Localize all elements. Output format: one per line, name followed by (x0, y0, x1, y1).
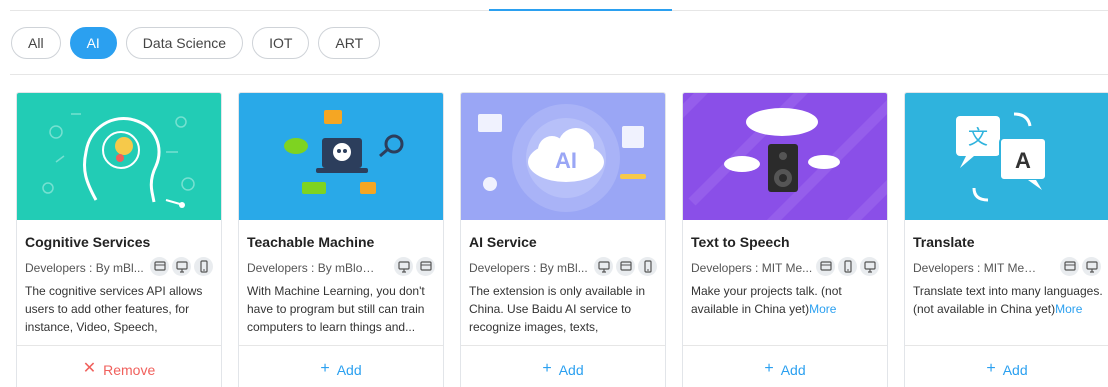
svg-text:AI: AI (555, 148, 577, 173)
filter-ai[interactable]: AI (69, 27, 117, 59)
pc-icon (594, 257, 613, 276)
stage-icon (616, 257, 635, 276)
card-developer: Developers : By mBl... (469, 261, 588, 275)
card-description: The cognitive services API allows users … (25, 284, 203, 334)
close-icon: ✕ (82, 360, 97, 377)
remove-button[interactable]: ✕ Remove (17, 345, 221, 387)
svg-text:文: 文 (968, 125, 988, 149)
plus-icon: + (542, 360, 552, 377)
cognitive-services-banner (17, 93, 221, 220)
pc-icon (1082, 257, 1101, 276)
plus-icon: + (986, 360, 996, 377)
filter-divider (10, 74, 1108, 75)
stage-icon (1060, 257, 1079, 276)
extension-card-ai-service[interactable]: AI AI Service Developers : By mBl... The… (460, 92, 666, 387)
card-description: The extension is only available in China… (469, 284, 646, 334)
ai-service-banner: AI (461, 93, 665, 220)
filter-all[interactable]: All (11, 27, 61, 59)
plus-icon: + (320, 360, 330, 377)
card-title: Teachable Machine (247, 234, 375, 250)
card-title: Cognitive Services (25, 234, 151, 250)
mobile-icon (194, 257, 213, 276)
supported-devices (394, 257, 435, 276)
card-title: Translate (913, 234, 975, 250)
filter-iot[interactable]: IOT (252, 27, 310, 59)
category-filter-bar: All AI Data Science IOT ART (11, 27, 381, 59)
pc-icon (172, 257, 191, 276)
supported-devices (816, 257, 879, 276)
extension-card-translate[interactable]: 文 A Translate Developers : MIT Media ...… (904, 92, 1108, 387)
mobile-icon (838, 257, 857, 276)
text-to-speech-banner (683, 93, 887, 220)
add-label: Add (1002, 362, 1028, 378)
add-label: Add (780, 362, 806, 378)
add-button[interactable]: + Add (683, 345, 887, 387)
extension-card-list: Cognitive Services Developers : By mBl..… (16, 92, 1108, 387)
stage-icon (150, 257, 169, 276)
card-description: With Machine Learning, you don't have to… (247, 284, 425, 334)
svg-text:A: A (1015, 148, 1031, 173)
card-developer: Developers : MIT Me... (691, 261, 813, 275)
remove-label: Remove (103, 362, 156, 378)
add-label: Add (558, 362, 584, 378)
supported-devices (594, 257, 657, 276)
stage-icon (416, 257, 435, 276)
pc-icon (860, 257, 879, 276)
extension-card-cognitive-services[interactable]: Cognitive Services Developers : By mBl..… (16, 92, 222, 387)
add-button[interactable]: + Add (905, 345, 1108, 387)
card-description: Make your projects talk. (not available … (691, 284, 842, 316)
card-title: AI Service (469, 234, 537, 250)
card-developer: Developers : By mBlock ... (247, 261, 375, 275)
add-button[interactable]: + Add (239, 345, 443, 387)
more-link[interactable]: More (1055, 302, 1082, 316)
extension-card-text-to-speech[interactable]: Text to Speech Developers : MIT Me... Ma… (682, 92, 888, 387)
active-tab-indicator (489, 9, 672, 11)
card-description: Translate text into many languages. (not… (913, 284, 1103, 316)
stage-icon (816, 257, 835, 276)
plus-icon: + (764, 360, 774, 377)
filter-data-science[interactable]: Data Science (125, 27, 244, 59)
teachable-machine-banner (239, 93, 443, 220)
filter-art[interactable]: ART (318, 27, 381, 59)
card-title: Text to Speech (691, 234, 790, 250)
supported-devices (1060, 257, 1101, 276)
extension-card-teachable-machine[interactable]: Teachable Machine Developers : By mBlock… (238, 92, 444, 387)
mobile-icon (638, 257, 657, 276)
translate-banner: 文 A (905, 93, 1108, 220)
more-link[interactable]: More (809, 302, 836, 316)
extensions-page: All AI Data Science IOT ART Cognitive Se… (0, 0, 1108, 387)
pc-icon (394, 257, 413, 276)
add-label: Add (336, 362, 362, 378)
supported-devices (150, 257, 213, 276)
add-button[interactable]: + Add (461, 345, 665, 387)
card-developer: Developers : By mBl... (25, 261, 144, 275)
card-developer: Developers : MIT Media ... (913, 261, 1041, 275)
